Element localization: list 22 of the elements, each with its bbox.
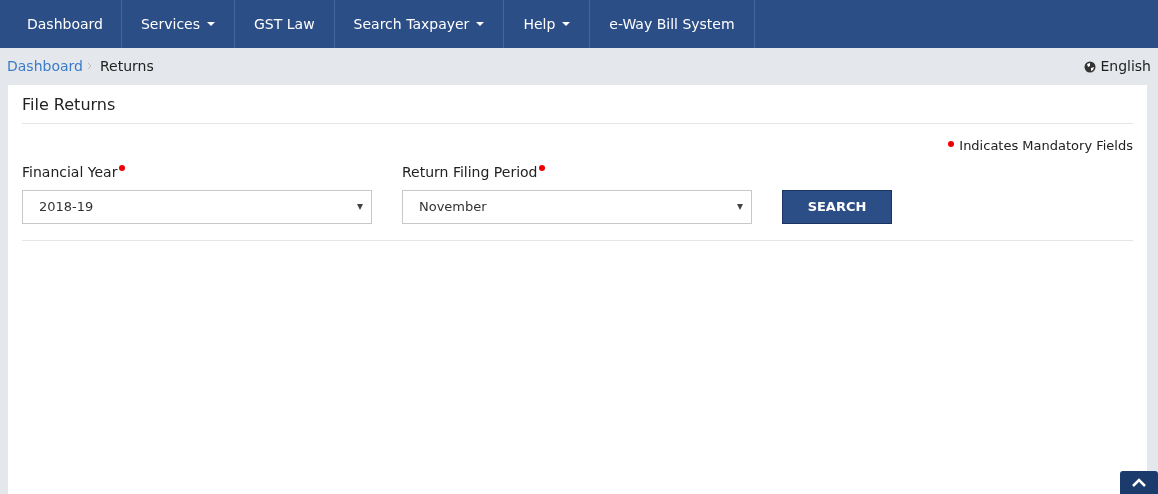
- search-button[interactable]: SEARCH: [782, 189, 892, 224]
- breadcrumb-link[interactable]: Dashboard: [7, 56, 83, 77]
- mandatory-note: Indicates Mandatory Fields: [959, 137, 1133, 156]
- globe-icon: [1084, 60, 1097, 73]
- field-label: Return Filing Period: [402, 163, 538, 180]
- language-link[interactable]: English: [1100, 56, 1151, 77]
- nav-item[interactable]: Help: [504, 0, 591, 48]
- caret-icon: [357, 203, 363, 210]
- nav-item[interactable]: Services: [121, 0, 235, 48]
- nav-item[interactable]: GST Law: [235, 0, 335, 48]
- mandatory-dot-icon: [948, 140, 955, 147]
- chevron-up-icon: [1132, 478, 1146, 487]
- nav-item[interactable]: Dashboard: [0, 0, 122, 48]
- nav-item[interactable]: Search Taxpayer: [334, 0, 505, 48]
- scroll-top-button[interactable]: [1120, 471, 1158, 494]
- select-field[interactable]: 2018-19: [22, 189, 372, 224]
- nav-item[interactable]: e-Way Bill System: [590, 0, 755, 48]
- breadcrumb-current: Returns: [99, 57, 154, 76]
- field-label: Financial Year: [22, 163, 118, 180]
- caret-icon: [737, 203, 743, 210]
- select-field[interactable]: November: [402, 189, 752, 224]
- panel-title: File Returns: [22, 85, 1133, 125]
